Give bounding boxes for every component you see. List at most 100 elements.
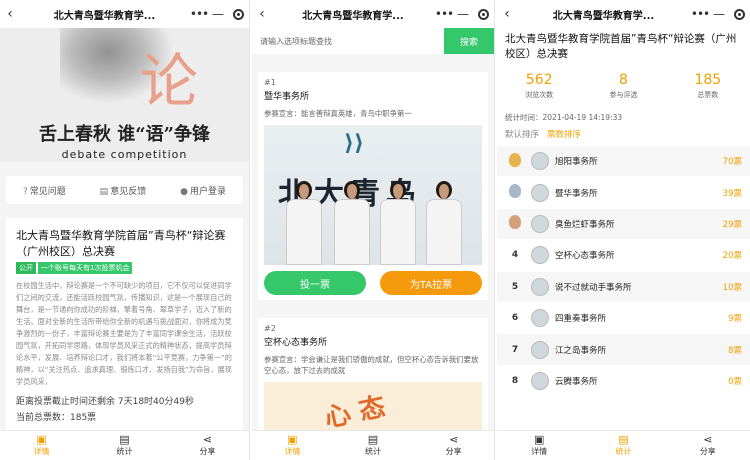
tab-bar: ▣ 详情 ▤ 统计 ⋖ 分享 bbox=[252, 430, 494, 460]
banner-subtitle: debate competition bbox=[61, 148, 188, 161]
faq-link[interactable]: ? 常见问题 bbox=[23, 184, 66, 197]
canvass-button[interactable]: 为TA拉票 bbox=[380, 271, 482, 295]
search-input[interactable]: 请输入选项标题查找 bbox=[252, 28, 444, 54]
avatar bbox=[531, 340, 549, 359]
stat-entries: 8 参与评选 bbox=[609, 72, 638, 99]
ranking-row[interactable]: 暨华事务所 39票 bbox=[497, 177, 750, 209]
home-icon: ▣ bbox=[36, 433, 47, 446]
minimize-icon[interactable]: — bbox=[454, 7, 472, 21]
tab-stats[interactable]: ▤ 统计 bbox=[581, 431, 665, 460]
stat-total-votes: 185 总票数 bbox=[694, 72, 722, 99]
entry-name[interactable]: 空杯心态事务所 bbox=[264, 335, 482, 348]
team-votes: 70票 bbox=[722, 157, 742, 168]
banner-slogan: 舌上春秋 谁“语”争锋 bbox=[39, 124, 210, 145]
tab-stats[interactable]: ▤ 统计 bbox=[83, 431, 166, 460]
nav-title: 北大青鸟暨华教育学... bbox=[552, 10, 655, 22]
entry-photo[interactable]: ⟩⟩ 北大青鸟 bbox=[264, 125, 482, 265]
faq-label: 常见问题 bbox=[29, 186, 66, 197]
minimize-icon[interactable]: — bbox=[209, 7, 227, 21]
close-capsule-icon[interactable] bbox=[472, 8, 494, 20]
ranking-row[interactable]: 4 空杯心态事务所 20票 bbox=[497, 240, 750, 272]
sort-by-votes[interactable]: 票数排序 bbox=[547, 130, 581, 140]
user-icon: ● bbox=[180, 186, 188, 197]
avatar bbox=[531, 183, 549, 202]
back-icon[interactable]: ‹ bbox=[252, 6, 272, 22]
stat-views: 562 浏览次数 bbox=[525, 72, 554, 99]
login-link[interactable]: ● 用户登录 bbox=[180, 184, 226, 197]
search-button[interactable]: 搜索 bbox=[444, 28, 494, 54]
tab-stats[interactable]: ▤ 统计 bbox=[333, 431, 414, 460]
avatar bbox=[531, 309, 549, 328]
avatar bbox=[531, 277, 549, 296]
tab-stats-label: 统计 bbox=[365, 447, 381, 456]
more-icon[interactable]: ••• bbox=[690, 7, 710, 21]
feedback-label: 意见反馈 bbox=[110, 186, 147, 197]
team-votes: 29票 bbox=[722, 219, 742, 230]
ranking-row[interactable]: 臭鱼烂虾事务所 29票 bbox=[497, 208, 750, 241]
team-member bbox=[380, 181, 416, 265]
back-icon[interactable]: ‹ bbox=[497, 6, 517, 22]
team-votes: 9票 bbox=[728, 314, 742, 325]
share-icon: ⋖ bbox=[703, 433, 713, 446]
entry-name[interactable]: 暨华事务所 bbox=[264, 89, 482, 102]
avatar bbox=[531, 246, 549, 265]
stats-icon: ▤ bbox=[367, 433, 379, 446]
feedback-link[interactable]: ▤ 意见反馈 bbox=[100, 184, 147, 197]
medal-icon bbox=[505, 152, 525, 170]
team-name: 四重奏事务所 bbox=[555, 314, 607, 325]
tab-share[interactable]: ⋖ 分享 bbox=[666, 431, 750, 460]
event-banner: 论 舌上春秋 谁“语”争锋 debate competition bbox=[0, 28, 249, 162]
ranking-row[interactable]: 8 云腾事务所 0票 bbox=[497, 366, 750, 398]
nav-bar: ‹ 北大青鸟暨华教育学... ••• — bbox=[497, 0, 750, 28]
school-logo: ⟩⟩ bbox=[344, 131, 365, 156]
team-name: 臭鱼烂虾事务所 bbox=[555, 219, 615, 230]
team-votes: 20票 bbox=[722, 251, 742, 262]
banner-big-char: 论 bbox=[140, 47, 199, 115]
nav-title: 北大青鸟暨华教育学... bbox=[302, 10, 404, 22]
nav-bar: ‹ 北大青鸟暨华教育学... ••• — bbox=[252, 0, 494, 28]
rank-number: 8 bbox=[511, 375, 519, 386]
vote-button[interactable]: 投一票 bbox=[264, 271, 366, 295]
sort-default[interactable]: 默认排序 bbox=[505, 130, 539, 140]
home-icon: ▣ bbox=[533, 433, 545, 446]
back-icon[interactable]: ‹ bbox=[0, 6, 20, 22]
ranking-row[interactable]: 6 四重奏事务所 9票 bbox=[497, 303, 750, 335]
event-title: 北大青鸟暨华教育学院首届”青鸟杯“辩论赛（广州校区）总决赛 bbox=[505, 33, 737, 60]
tab-share[interactable]: ⋖ 分享 bbox=[413, 431, 494, 460]
feedback-icon: ▤ bbox=[99, 186, 109, 197]
ranking-list: 旭阳事务所 70票 暨华事务所 39票臭鱼烂虾事务所 29票 4 空杯心态事务所 20票 5 说不… bbox=[497, 146, 750, 398]
tab-detail[interactable]: ▣ 详情 bbox=[252, 431, 333, 460]
more-icon[interactable]: ••• bbox=[434, 7, 454, 21]
rank-number: 7 bbox=[511, 344, 519, 355]
stats-panel: ‹ 北大青鸟暨华教育学... ••• — 北大青鸟暨华教育学院首届”青鸟杯“辩论… bbox=[497, 0, 750, 460]
ranking-row[interactable]: 旭阳事务所 70票 bbox=[497, 146, 750, 178]
tab-share[interactable]: ⋖ 分享 bbox=[166, 431, 249, 460]
tab-stats-label: 统计 bbox=[116, 447, 133, 456]
close-capsule-icon[interactable] bbox=[728, 8, 750, 20]
entry-declaration: 参赛宣言：学会谦让是我们骄傲的成就，但空杯心态告诉我们要放空心态，放下过去的成就 bbox=[264, 355, 479, 375]
home-icon: ▣ bbox=[287, 433, 298, 446]
minimize-icon[interactable]: — bbox=[710, 7, 728, 21]
entry-number: #2 bbox=[264, 324, 276, 333]
detail-panel: ‹ 北大青鸟暨华教育学... ••• — 论 舌上春秋 谁“语”争锋 debat… bbox=[0, 0, 250, 460]
sort-options: 默认排序 票数排序 bbox=[505, 128, 581, 140]
entry-card: #1 暨华事务所 参赛宣言：能言善辩真英雄，青鸟中职争第一 ⟩⟩ 北大青鸟 投一… bbox=[258, 72, 488, 300]
tab-share-label: 分享 bbox=[445, 447, 462, 456]
tab-detail-label: 详情 bbox=[284, 447, 301, 456]
ranking-row[interactable]: 5 说不过就动手事务所 10票 bbox=[497, 271, 750, 303]
entry-declaration: 参赛宣言：能言善辩真英雄，青鸟中职争第一 bbox=[264, 109, 412, 118]
more-icon[interactable]: ••• bbox=[189, 7, 209, 21]
share-icon: ⋖ bbox=[449, 433, 459, 446]
tab-detail[interactable]: ▣ 详情 bbox=[497, 431, 581, 460]
nav-bar: ‹ 北大青鸟暨华教育学... ••• — bbox=[0, 0, 249, 28]
entry-photo[interactable]: 心 态 bbox=[264, 382, 482, 432]
team-votes: 39票 bbox=[722, 188, 742, 199]
ranking-row[interactable]: 7 江之岛事务所 8票 bbox=[497, 334, 750, 366]
nav-title: 北大青鸟暨华教育学... bbox=[53, 10, 156, 22]
medal-icon bbox=[505, 215, 525, 232]
tab-detail[interactable]: ▣ 详情 bbox=[0, 431, 83, 460]
event-description: 在校园生活中，辩论赛是一个不可缺少的项目，它不仅可以促进同学们之间的交流，还能活… bbox=[16, 281, 232, 386]
close-capsule-icon[interactable] bbox=[227, 8, 249, 20]
tab-share-label: 分享 bbox=[699, 447, 716, 456]
team-name: 江之岛事务所 bbox=[555, 345, 607, 356]
